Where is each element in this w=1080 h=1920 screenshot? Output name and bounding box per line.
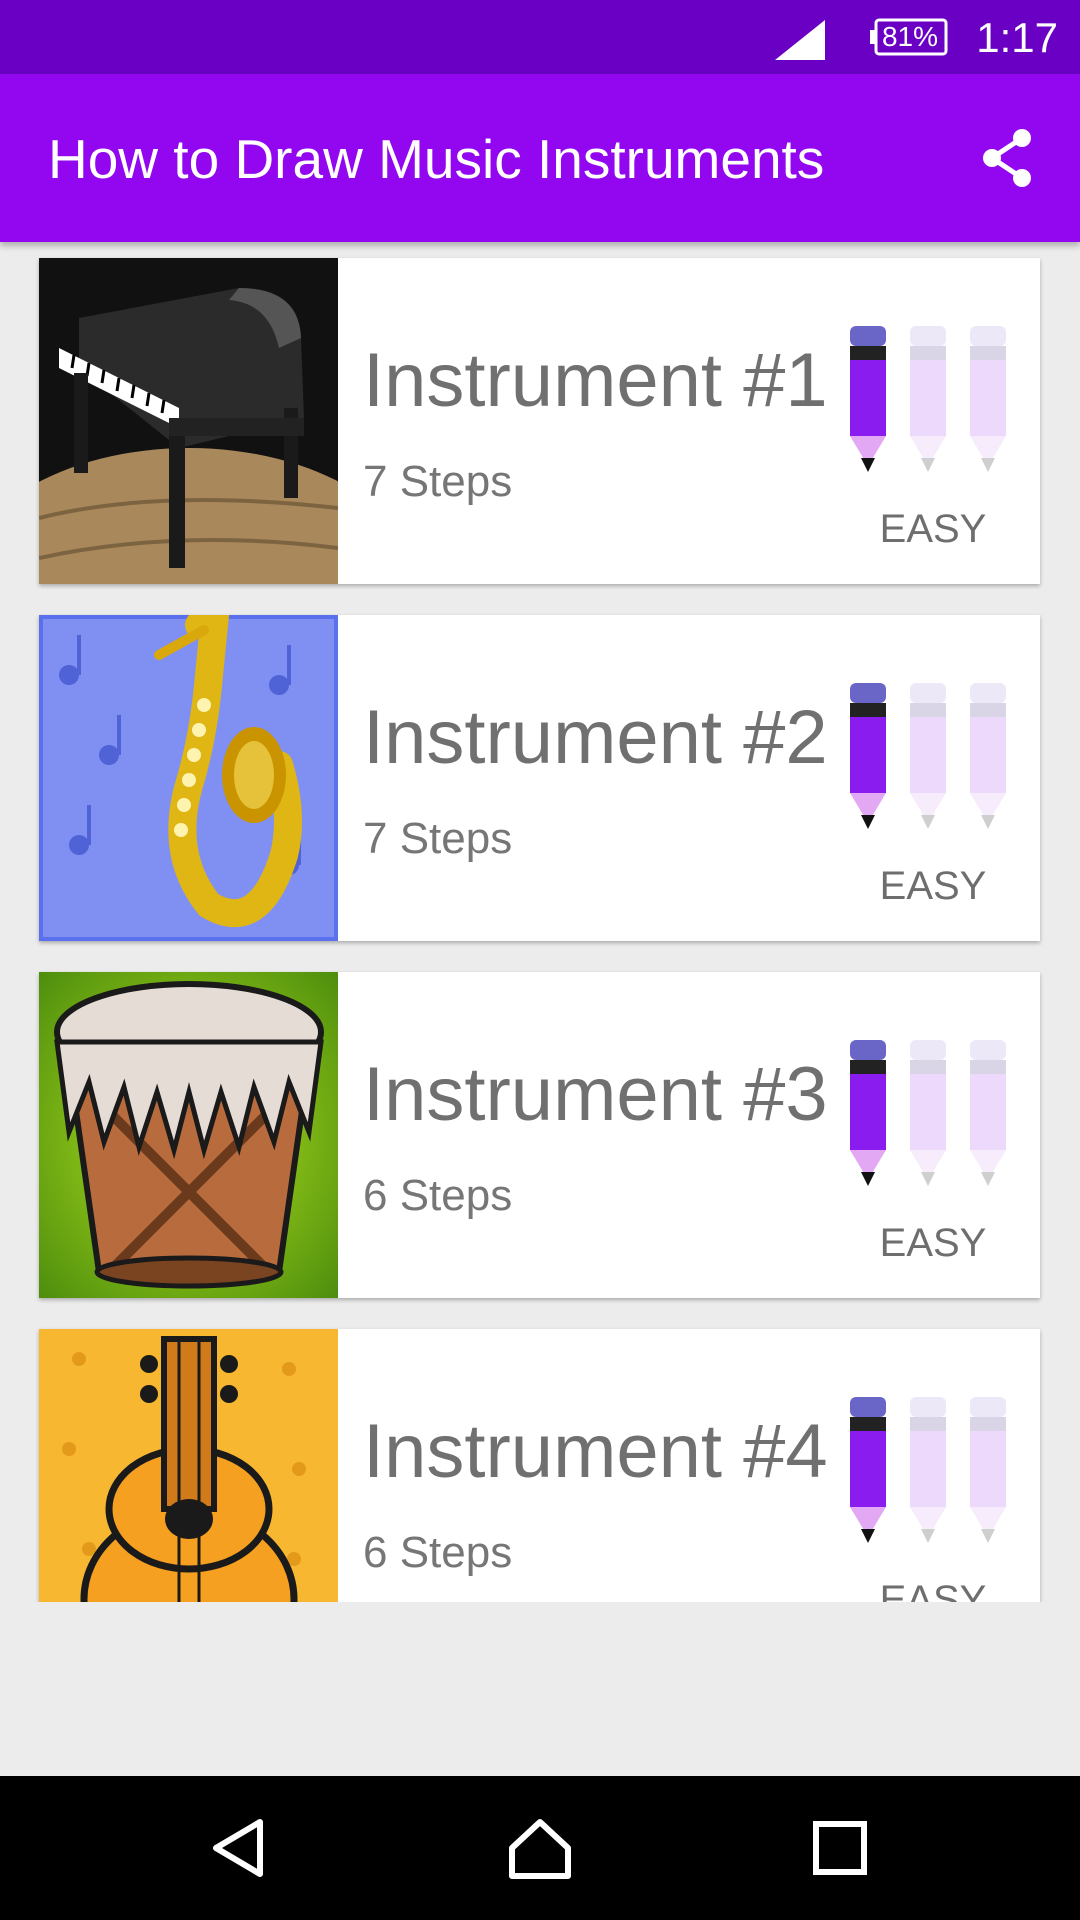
saxophone-image [39,615,338,941]
difficulty-pencils [848,326,1018,476]
back-icon[interactable] [208,1816,272,1880]
share-icon[interactable] [976,126,1040,190]
difficulty-label: EASY [879,864,987,908]
pencil-active-icon [850,683,886,829]
difficulty-label: EASY [879,1578,987,1602]
instrument-steps: 7 Steps [363,457,513,506]
difficulty-pencils [848,1040,1018,1190]
drum-image [39,972,338,1298]
instrument-steps: 6 Steps [363,1171,513,1220]
app-bar: How to Draw Music Instruments [0,74,1080,242]
instrument-card[interactable]: Instrument #2 7 Steps EASY [39,615,1040,941]
pencil-inactive-icon [910,683,946,829]
recents-icon[interactable] [808,1816,872,1880]
instrument-list[interactable]: Instrument #1 7 Steps EASY Instrument #2… [0,242,1080,1602]
navigation-bar [0,1776,1080,1920]
pencil-inactive-icon [970,1040,1006,1186]
instrument-steps: 6 Steps [363,1528,513,1577]
difficulty-label: EASY [879,1221,987,1265]
pencil-inactive-icon [970,1397,1006,1543]
clock: 1:17 [976,14,1058,61]
difficulty-label: EASY [879,507,987,551]
instrument-name: Instrument #4 [363,1409,828,1494]
pencil-active-icon [850,1040,886,1186]
battery-percent: 81% [881,21,939,52]
pencil-inactive-icon [970,683,1006,829]
instrument-card[interactable]: Instrument #4 6 Steps EASY [39,1329,1040,1602]
difficulty-pencils [848,683,1018,833]
instrument-name: Instrument #2 [363,695,828,780]
instrument-name: Instrument #1 [363,338,828,423]
pencil-inactive-icon [910,1040,946,1186]
instrument-card[interactable]: Instrument #3 6 Steps EASY [39,972,1040,1298]
signal-icon [775,20,825,60]
status-bar: 81% 1:17 [0,0,1080,74]
home-icon[interactable] [508,1816,572,1880]
instrument-card[interactable]: Instrument #1 7 Steps EASY [39,258,1040,584]
pencil-inactive-icon [970,326,1006,472]
guitar-image [39,1329,338,1602]
difficulty-pencils [848,1397,1018,1547]
instrument-steps: 7 Steps [363,814,513,863]
pencil-active-icon [850,326,886,472]
battery-icon: 81% [870,18,950,56]
page-title: How to Draw Music Instruments [48,128,825,190]
pencil-active-icon [850,1397,886,1543]
pencil-inactive-icon [910,326,946,472]
instrument-name: Instrument #3 [363,1052,828,1137]
grand-piano-image [39,258,338,584]
pencil-inactive-icon [910,1397,946,1543]
